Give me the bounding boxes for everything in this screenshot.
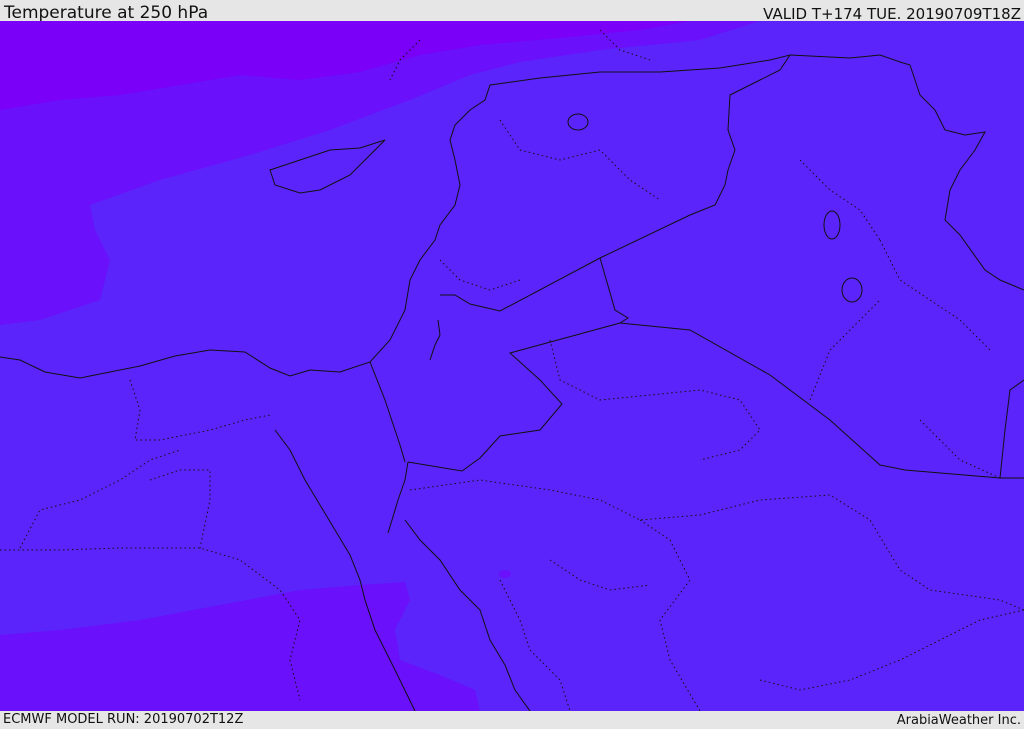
weather-map[interactable] xyxy=(0,21,1024,711)
header-bar: Temperature at 250 hPa VALID T+174 TUE. … xyxy=(0,0,1024,23)
map-title: Temperature at 250 hPa xyxy=(4,3,209,23)
map-canvas xyxy=(0,21,1024,711)
credit: ArabiaWeather Inc. xyxy=(896,713,1021,728)
model-run: ECMWF MODEL RUN: 20190702T12Z xyxy=(3,712,244,727)
temperature-spot xyxy=(499,570,511,578)
footer-bar: ECMWF MODEL RUN: 20190702T12Z ArabiaWeat… xyxy=(0,711,1024,729)
map-frame: Temperature at 250 hPa VALID T+174 TUE. … xyxy=(0,0,1024,729)
